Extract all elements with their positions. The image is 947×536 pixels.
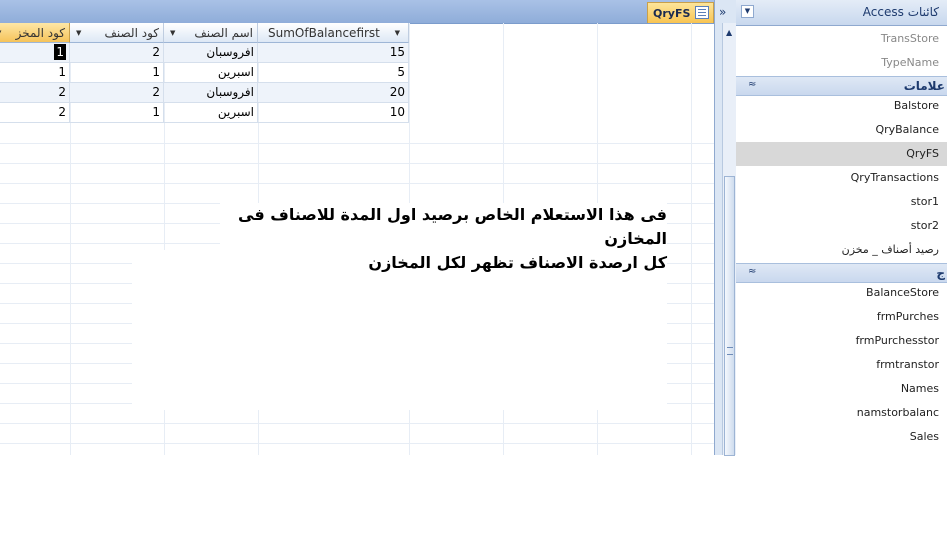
- column-header-store-code[interactable]: كود المخز ▼: [0, 23, 70, 43]
- cell-item-code[interactable]: 1: [70, 103, 164, 123]
- nav-group-label: علامات: [903, 79, 945, 93]
- collapse-pane-icon[interactable]: »: [719, 5, 726, 19]
- dropdown-arrow-icon[interactable]: ▼: [76, 29, 81, 37]
- cell-store-code[interactable]: 2: [0, 83, 70, 103]
- column-header-item-code[interactable]: كود الصنف ▼: [70, 23, 164, 43]
- cell-item-name[interactable]: اسبرين: [164, 63, 258, 83]
- nav-item-frmpurchesstor[interactable]: frmPurchesstor: [736, 329, 939, 353]
- dropdown-arrow-icon[interactable]: ▼: [170, 29, 175, 37]
- grid-line: [0, 163, 714, 164]
- column-header-label: SumOfBalancefirst: [268, 25, 380, 40]
- cell-item-code[interactable]: 2: [70, 83, 164, 103]
- document-tab-label: QryFS: [653, 6, 691, 20]
- document-tab-strip: QryFS: [0, 0, 714, 24]
- grid-line: [0, 143, 714, 144]
- nav-item-namstorbalanc[interactable]: namstorbalanc: [736, 401, 939, 425]
- nav-group-header-forms[interactable]: ج ≈: [736, 263, 947, 283]
- navigation-pane: كائنات Access ▼ TransStore TypeName علام…: [736, 0, 947, 455]
- scrollbar-thumb[interactable]: [724, 176, 735, 456]
- nav-item-qrybalance[interactable]: QryBalance: [736, 118, 939, 142]
- nav-item-balstore[interactable]: Balstore: [736, 94, 939, 118]
- cell-store-code[interactable]: 1: [0, 63, 70, 83]
- cell-sum[interactable]: 5: [258, 63, 409, 83]
- column-header-label: اسم الصنف: [194, 25, 253, 40]
- explanatory-note: فى هذا الاستعلام الخاص برصيد اول المدة ل…: [220, 203, 667, 275]
- filter-dropdown-icon[interactable]: ▼: [0, 29, 1, 37]
- cell-cursor: 1: [54, 44, 66, 60]
- nav-group-label: ج: [936, 266, 945, 280]
- column-header-label: كود الصنف: [104, 25, 159, 40]
- column-header-label: كود المخز: [15, 25, 65, 40]
- nav-item-transstore[interactable]: TransStore: [736, 27, 939, 51]
- cell-item-code[interactable]: 2: [70, 43, 164, 63]
- scroll-up-icon[interactable]: ▲: [726, 28, 732, 37]
- nav-item-frmtranstor[interactable]: frmtranstor: [736, 353, 939, 377]
- cell-item-name[interactable]: اسبرين: [164, 103, 258, 123]
- collapse-group-icon[interactable]: ≈: [748, 266, 756, 277]
- cell-sum[interactable]: 20: [258, 83, 409, 103]
- nav-pane-header[interactable]: كائنات Access ▼: [736, 0, 947, 26]
- nav-item-balancestore[interactable]: BalanceStore: [736, 281, 939, 305]
- column-header-sum[interactable]: SumOfBalancefirst ▼: [258, 23, 409, 43]
- grid-line: [0, 443, 714, 444]
- column-header-item-name[interactable]: اسم الصنف ▼: [164, 23, 258, 43]
- nav-item-qryfs[interactable]: QryFS: [736, 142, 947, 166]
- nav-item-qrytransactions[interactable]: QryTransactions: [736, 166, 939, 190]
- nav-item-sales[interactable]: Sales: [736, 425, 939, 449]
- nav-item-stor2[interactable]: stor2: [736, 214, 939, 238]
- nav-item-names[interactable]: Names: [736, 377, 939, 401]
- nav-item-stor1[interactable]: stor1: [736, 190, 939, 214]
- nav-item-typename[interactable]: TypeName: [736, 51, 939, 75]
- cell-sum[interactable]: 15: [258, 43, 409, 63]
- nav-group-header-queries[interactable]: علامات ≈: [736, 76, 947, 96]
- note-line-2: كل ارصدة الاصناف تظهر لكل المخازن: [368, 253, 667, 272]
- datasheet-area: QryFS كود المخز ▼ كود: [0, 0, 714, 455]
- cell-store-code[interactable]: 2: [0, 103, 70, 123]
- nav-pane-title: كائنات Access: [862, 5, 939, 19]
- datasheet-view-icon: [695, 6, 709, 19]
- grid-line: [0, 183, 714, 184]
- grid-line: [0, 423, 714, 424]
- scrollbar-grip-icon: [727, 347, 733, 355]
- nav-menu-dropdown-icon[interactable]: ▼: [741, 5, 754, 18]
- nav-pane-scrollbar[interactable]: ▲: [722, 23, 737, 456]
- cell-item-name[interactable]: افروسبان: [164, 83, 258, 103]
- grid-line: [691, 23, 692, 455]
- cell-item-code[interactable]: 1: [70, 63, 164, 83]
- cell-store-code[interactable]: 1: [0, 43, 70, 63]
- cell-item-name[interactable]: افروسبان: [164, 43, 258, 63]
- cell-sum[interactable]: 10: [258, 103, 409, 123]
- collapse-group-icon[interactable]: ≈: [748, 79, 756, 90]
- nav-item-frmpurches[interactable]: frmPurches: [736, 305, 939, 329]
- document-tab-qryfs[interactable]: QryFS: [647, 2, 714, 23]
- note-line-1: فى هذا الاستعلام الخاص برصيد اول المدة ل…: [238, 205, 667, 248]
- dropdown-arrow-icon[interactable]: ▼: [395, 29, 400, 37]
- nav-item-item-balance-store[interactable]: رصيد أصناف _ مخزن: [736, 238, 939, 262]
